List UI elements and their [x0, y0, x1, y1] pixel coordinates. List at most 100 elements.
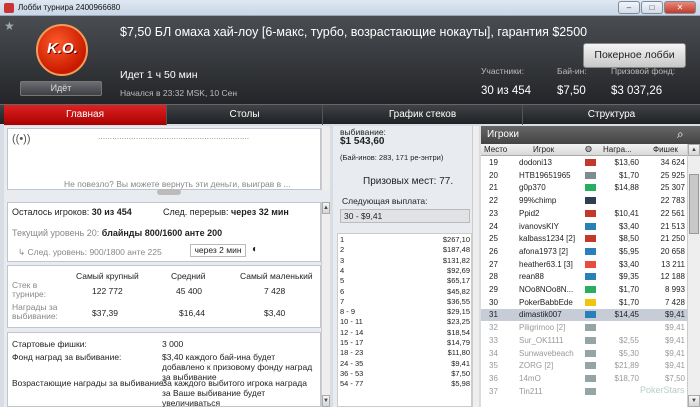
player-name: ivanovsKIY: [519, 221, 560, 231]
col-player[interactable]: Игрок: [533, 145, 554, 154]
prize-scrollbar[interactable]: [472, 126, 479, 407]
player-place: 35: [489, 361, 498, 371]
paid-places: Призовых мест: 77.: [363, 176, 454, 187]
bounty-smallest: $3,40: [264, 308, 286, 318]
player-bounty: $1,70: [618, 297, 639, 307]
level-row: Текущий уровень 20: блайнды 800/1600 ант…: [12, 228, 222, 238]
timer-icon: ◐: [252, 244, 259, 255]
player-name: heather63.1 [3]: [519, 259, 573, 269]
notice-box: ((•)) ..................................…: [7, 128, 321, 190]
player-name: HTB19651965: [519, 170, 571, 180]
col-place[interactable]: Место: [484, 145, 507, 154]
player-row[interactable]: 36 14mO $18,70 $7,50: [481, 373, 687, 385]
col-chips[interactable]: Фишек: [653, 145, 678, 154]
col-bounty[interactable]: Награ...: [603, 145, 632, 154]
player-row[interactable]: 33 Sur_OK1111 $2,55 $9,41: [481, 335, 687, 347]
player-place: 29: [489, 285, 498, 294]
payout-amount: $9,41: [451, 358, 470, 368]
buyin-value: $7,50: [557, 85, 586, 97]
maximize-button[interactable]: □: [641, 1, 663, 14]
payout-row: 12 - 14 $18,54: [340, 328, 470, 337]
player-row[interactable]: 32 Piligrimoo [2] $9,41: [481, 322, 687, 334]
player-name: dodoni13: [519, 158, 552, 167]
left-scrollbar[interactable]: ▲ ▼: [321, 202, 330, 407]
player-row[interactable]: 30 PokerBabbEde $1,70 7 428: [481, 297, 687, 309]
level-label: Текущий уровень 20:: [12, 228, 100, 238]
player-row[interactable]: 29 NOo8NOo8N... $1,70 8 993: [481, 284, 687, 296]
tab-structure[interactable]: Структура: [523, 105, 700, 125]
country-flag-icon: [585, 374, 596, 382]
country-flag-icon: [585, 387, 596, 395]
payout-row: 2 $187,48: [340, 245, 470, 254]
next-level-value: 900/1800 анте 225: [89, 247, 162, 257]
player-row[interactable]: 34 Sunwavebeach $5,30 $9,41: [481, 348, 687, 360]
player-chips: 13 211: [661, 259, 685, 269]
player-place: 22: [489, 196, 498, 206]
next-payout-label: Следующая выплата:: [342, 196, 428, 206]
payout-amount: $11,80: [447, 348, 470, 358]
payout-row: 1 $267,10: [340, 235, 470, 244]
player-row[interactable]: 21 g0p370 $14,88 25 307: [481, 182, 687, 194]
tab-stack-chart[interactable]: График стеков: [323, 105, 523, 125]
country-flag-icon: [585, 260, 596, 268]
player-name: g0p370: [519, 183, 546, 193]
player-row[interactable]: 26 afona1973 [2] $5,95 20 658: [481, 246, 687, 258]
favorite-star-icon[interactable]: ★: [4, 19, 15, 33]
collapse-handle[interactable]: [157, 189, 181, 195]
player-place: 34: [489, 348, 498, 358]
player-row[interactable]: 25 kalbass1234 [2] $8,50 21 250: [481, 233, 687, 245]
player-row[interactable]: 35 ZORG [2] $21,89 $9,41: [481, 360, 687, 372]
payout-place: 5: [340, 276, 345, 286]
players-scroll-up[interactable]: ▲: [688, 144, 700, 156]
payout-row: 4 $92,69: [340, 266, 470, 275]
players-scrollbar[interactable]: ▲ ▼: [687, 144, 700, 407]
country-flag-icon: [585, 171, 596, 179]
poker-lobby-button[interactable]: Покерное лобби: [583, 43, 686, 68]
country-flag-icon: [585, 298, 596, 306]
scroll-up-button[interactable]: ▲: [322, 202, 330, 214]
player-place: 26: [489, 246, 498, 256]
increasing-label: Возрастающие награды за выбивание:: [12, 378, 166, 388]
payout-row: 3 $131,82: [340, 256, 470, 265]
scroll-down-button[interactable]: ▼: [322, 395, 330, 407]
tab-main[interactable]: Главная: [4, 105, 167, 125]
country-flag-icon: [585, 184, 596, 192]
player-row[interactable]: 27 heather63.1 [3] $3,40 13 211: [481, 259, 687, 271]
knockout-logo: K.O.: [36, 24, 88, 76]
next-level-label: След. уровень:: [27, 247, 88, 257]
minimize-button[interactable]: –: [618, 1, 640, 14]
player-row[interactable]: 23 Ppid2 $10,41 22 561: [481, 208, 687, 220]
next-level-timer: через 2 мин: [190, 244, 246, 257]
bounty-row-label: Награды за выбивание:: [12, 302, 58, 321]
notice-scrollbar[interactable]: [321, 128, 330, 190]
bounty-fund-label: Фонд наград за выбивание:: [12, 352, 122, 362]
player-name: Piligrimoo [2]: [519, 323, 566, 333]
player-row[interactable]: 20 HTB19651965 $1,70 25 925: [481, 170, 687, 182]
level-box: Осталось игроков: 30 из 454 След. переры…: [7, 202, 321, 262]
player-bounty: $1,70: [618, 170, 639, 180]
player-row[interactable]: 24 ivanovsKIY $3,40 21 513: [481, 221, 687, 233]
running-time: Идет 1 ч 50 мин: [120, 69, 198, 81]
globe-icon[interactable]: ◍: [585, 144, 592, 153]
player-row[interactable]: 19 dodoni13 $13,60 34 624: [481, 157, 687, 169]
player-name: rean88: [519, 272, 544, 282]
close-button[interactable]: ✕: [664, 1, 696, 14]
player-bounty: $3,40: [618, 221, 639, 231]
players-scroll-thumb[interactable]: [689, 174, 699, 234]
stack-stats-box: Самый крупный Средний Самый маленький Ст…: [7, 265, 321, 328]
payout-row: 54 - 77 $5,98: [340, 379, 470, 388]
player-row[interactable]: 28 rean88 $9,35 12 188: [481, 271, 687, 283]
country-flag-icon: [585, 247, 596, 255]
tab-tables[interactable]: Столы: [167, 105, 323, 125]
stack-smallest: 7 428: [264, 286, 286, 296]
payout-place: 7: [340, 296, 345, 306]
search-icon[interactable]: ⌕: [677, 127, 684, 142]
player-row[interactable]: 31 dimastik007 $14,45 $9,41: [481, 309, 687, 321]
tournament-header: ★ K.O. Идёт $7,50 БЛ омаха хай-лоу [6-ма…: [0, 16, 700, 104]
stack-average: 45 400: [176, 286, 202, 296]
app-icon: [4, 3, 14, 13]
player-chips: 25 307: [660, 183, 685, 193]
player-row[interactable]: 22 99%chimp 22 783: [481, 195, 687, 207]
player-chips: 22 561: [660, 208, 685, 218]
player-place: 31: [489, 310, 498, 320]
